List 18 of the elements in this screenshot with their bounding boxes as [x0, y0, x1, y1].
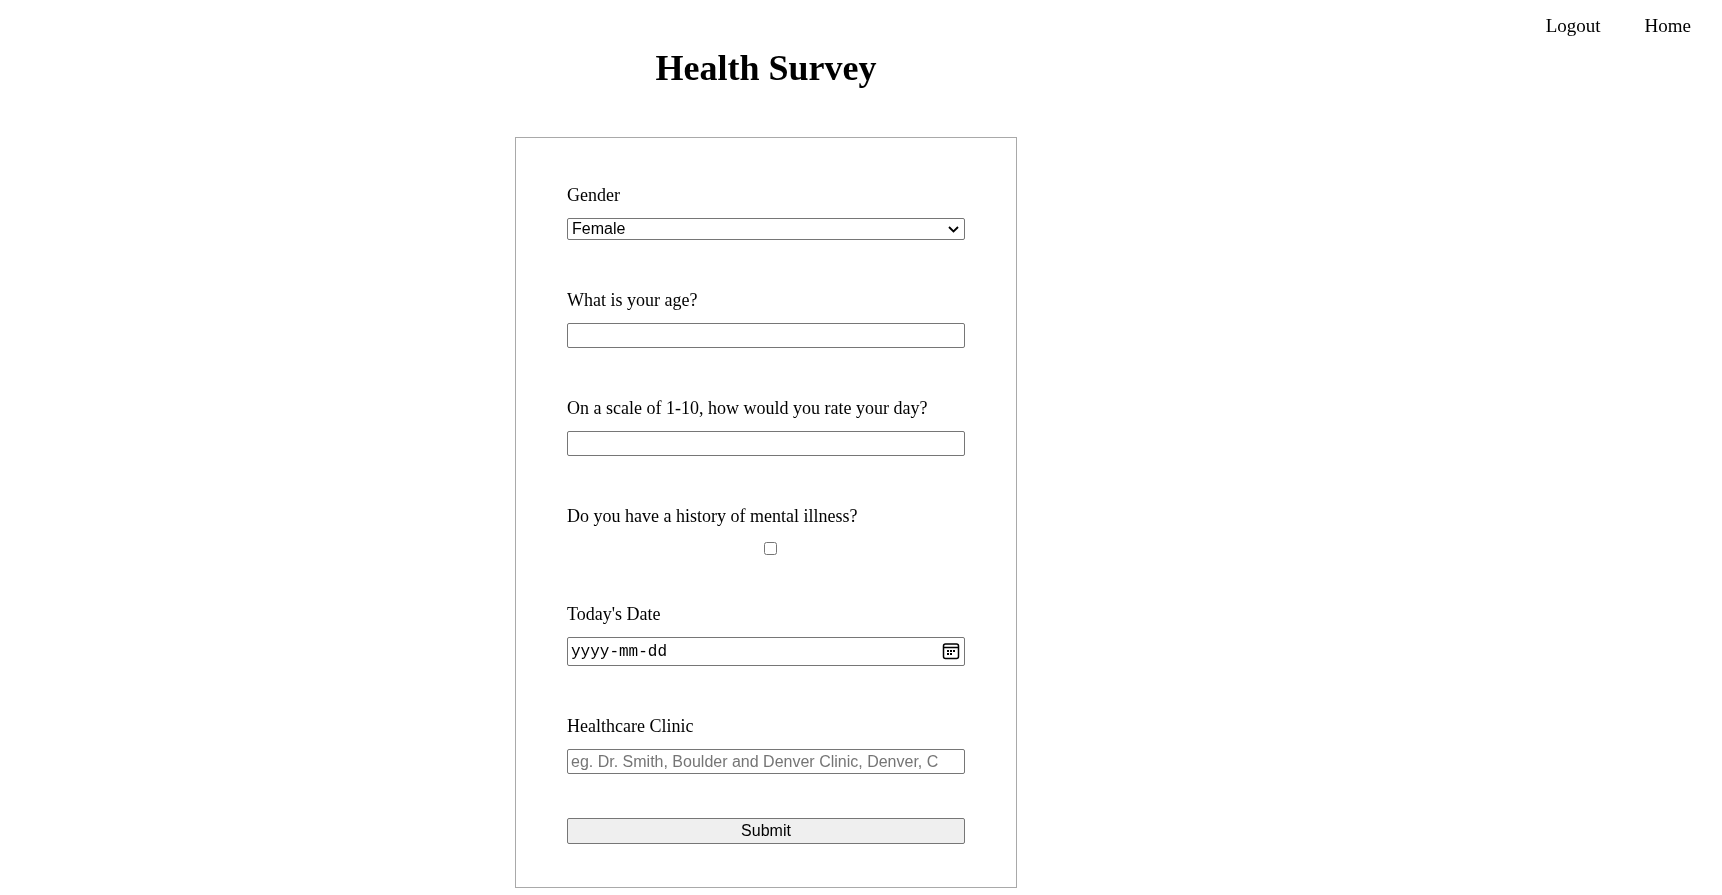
field-label: Do you have a history of mental illness? — [567, 505, 859, 527]
calendar-icon[interactable] — [942, 642, 960, 660]
field-label: Today's Date — [567, 603, 662, 625]
page-title: Health Survey — [655, 47, 877, 90]
nav-link[interactable]: Home — [1644, 14, 1691, 44]
text-input[interactable] — [567, 431, 965, 456]
chevron-down-icon — [948, 225, 959, 233]
text-input[interactable] — [567, 323, 965, 348]
date-input[interactable]: yyyy-mm-dd — [567, 637, 965, 666]
text-input[interactable]: eg. Dr. Smith, Boulder and Denver Clinic, Denver, C — [567, 749, 965, 774]
nav-link[interactable]: Logout — [1545, 14, 1601, 44]
checkbox[interactable] — [764, 542, 777, 555]
field-label: Gender — [567, 184, 621, 206]
dropdown-select[interactable]: Female — [567, 218, 965, 240]
submit-button[interactable]: Submit — [567, 818, 965, 844]
field-label: What is your age? — [567, 289, 699, 311]
field-label: On a scale of 1-10, how would you rate your day? — [567, 397, 929, 419]
field-label: Healthcare Clinic — [567, 715, 695, 737]
